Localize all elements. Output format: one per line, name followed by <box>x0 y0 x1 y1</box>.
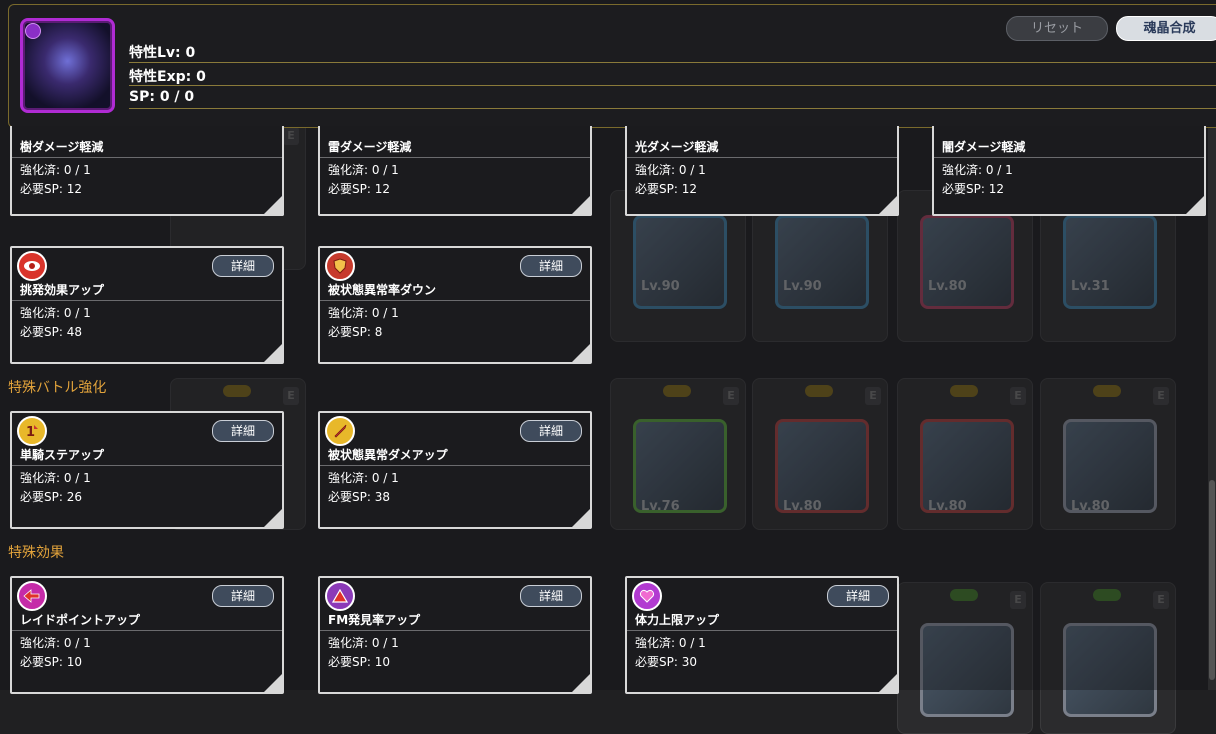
skill-progress: 強化済: 0 / 1 <box>20 636 91 650</box>
solo-buff-icon: 1 <box>17 416 47 446</box>
skill-card[interactable]: 詳細 レイドポイントアップ 強化済: 0 / 1 必要SP: 10 <box>10 576 284 694</box>
skill-sp-cost: 必要SP: 8 <box>328 325 383 339</box>
divider <box>12 300 282 301</box>
skill-sp-cost: 必要SP: 48 <box>20 325 82 339</box>
skill-card[interactable]: 雷ダメージ軽減 強化済: 0 / 1 必要SP: 12 <box>318 126 592 216</box>
skill-card[interactable]: 詳細 被状態異常ダメアップ 強化済: 0 / 1 必要SP: 38 <box>318 411 592 529</box>
skill-title: 体力上限アップ <box>635 613 720 627</box>
detail-button[interactable]: 詳細 <box>520 255 582 277</box>
skill-card[interactable]: 詳細 体力上限アップ 強化済: 0 / 1 必要SP: 30 <box>625 576 899 694</box>
skill-progress: 強化済: 0 / 1 <box>328 163 399 177</box>
sword-icon <box>325 416 355 446</box>
skill-sp-cost: 必要SP: 12 <box>328 182 390 196</box>
skill-title: 被状態異常率ダウン <box>328 283 437 297</box>
divider <box>129 85 1216 86</box>
skill-progress: 強化済: 0 / 1 <box>328 306 399 320</box>
skill-title: 闇ダメージ軽減 <box>942 140 1026 154</box>
skill-title: 樹ダメージ軽減 <box>20 140 104 154</box>
skill-title: 光ダメージ軽減 <box>635 140 719 154</box>
divider <box>320 465 590 466</box>
shield-icon <box>325 251 355 281</box>
character-avatar <box>20 18 115 113</box>
divider <box>627 157 897 158</box>
eye-icon <box>17 251 47 281</box>
skill-progress: 強化済: 0 / 1 <box>20 471 91 485</box>
soul-crystal-button[interactable]: 魂晶合成 <box>1116 16 1216 41</box>
skill-title: FM発見率アップ <box>328 613 421 627</box>
detail-button[interactable]: 詳細 <box>827 585 889 607</box>
skill-progress: 強化済: 0 / 1 <box>20 306 91 320</box>
skill-sp-cost: 必要SP: 12 <box>20 182 82 196</box>
skill-card[interactable]: 光ダメージ軽減 強化済: 0 / 1 必要SP: 12 <box>625 126 899 216</box>
reset-button[interactable]: リセット <box>1006 16 1108 41</box>
detail-button[interactable]: 詳細 <box>520 420 582 442</box>
divider <box>129 62 1216 63</box>
skill-progress: 強化済: 0 / 1 <box>942 163 1013 177</box>
skill-sp-cost: 必要SP: 30 <box>635 655 697 669</box>
detail-button[interactable]: 詳細 <box>520 585 582 607</box>
skill-card[interactable]: 闇ダメージ軽減 強化済: 0 / 1 必要SP: 12 <box>932 126 1206 216</box>
skill-progress: 強化済: 0 / 1 <box>328 471 399 485</box>
skill-sp-cost: 必要SP: 26 <box>20 490 82 504</box>
skill-sp-cost: 必要SP: 10 <box>328 655 390 669</box>
skill-sp-cost: 必要SP: 12 <box>635 182 697 196</box>
detail-button[interactable]: 詳細 <box>212 420 274 442</box>
skill-sp-cost: 必要SP: 10 <box>20 655 82 669</box>
attribute-gem-icon <box>25 23 41 39</box>
skill-progress: 強化済: 0 / 1 <box>635 163 706 177</box>
section-title-special-battle: 特殊バトル強化 <box>8 380 107 396</box>
svg-text:1: 1 <box>26 425 35 439</box>
skill-title: 雷ダメージ軽減 <box>328 140 412 154</box>
skill-card[interactable]: 詳細 被状態異常率ダウン 強化済: 0 / 1 必要SP: 8 <box>318 246 592 364</box>
skill-progress: 強化済: 0 / 1 <box>20 163 91 177</box>
divider <box>320 157 590 158</box>
raid-point-icon <box>17 581 47 611</box>
skill-sp-cost: 必要SP: 12 <box>942 182 1004 196</box>
skill-card[interactable]: 詳細 FM発見率アップ 強化済: 0 / 1 必要SP: 10 <box>318 576 592 694</box>
detail-button[interactable]: 詳細 <box>212 255 274 277</box>
trait-level: 特性Lv: 0 <box>129 45 196 61</box>
heart-icon <box>632 581 662 611</box>
skill-title: 被状態異常ダメアップ <box>328 448 448 462</box>
skill-title: 単騎ステアップ <box>20 448 105 462</box>
character-header: 特性Lv: 0 特性Exp: 0 SP: 0 / 0 リセット 魂晶合成 <box>8 4 1216 128</box>
scrollbar-thumb[interactable] <box>1209 480 1215 680</box>
sp-value: SP: 0 / 0 <box>129 89 195 105</box>
detail-button[interactable]: 詳細 <box>212 585 274 607</box>
skill-card[interactable]: 詳細 挑発効果アップ 強化済: 0 / 1 必要SP: 48 <box>10 246 284 364</box>
skill-title: 挑発効果アップ <box>20 283 105 297</box>
divider <box>320 630 590 631</box>
divider <box>320 300 590 301</box>
triangle-alert-icon <box>325 581 355 611</box>
divider <box>12 630 282 631</box>
section-title-special-effect: 特殊効果 <box>8 545 64 561</box>
skill-sp-cost: 必要SP: 38 <box>328 490 390 504</box>
divider <box>12 465 282 466</box>
skill-card[interactable]: 1 詳細 単騎ステアップ 強化済: 0 / 1 必要SP: 26 <box>10 411 284 529</box>
divider <box>12 157 282 158</box>
skill-progress: 強化済: 0 / 1 <box>328 636 399 650</box>
skill-title: レイドポイントアップ <box>20 613 141 627</box>
divider <box>627 630 897 631</box>
divider <box>934 157 1204 158</box>
divider <box>129 108 1216 109</box>
trait-exp: 特性Exp: 0 <box>129 69 206 85</box>
skill-card[interactable]: 樹ダメージ軽減 強化済: 0 / 1 必要SP: 12 <box>10 126 284 216</box>
skill-progress: 強化済: 0 / 1 <box>635 636 706 650</box>
